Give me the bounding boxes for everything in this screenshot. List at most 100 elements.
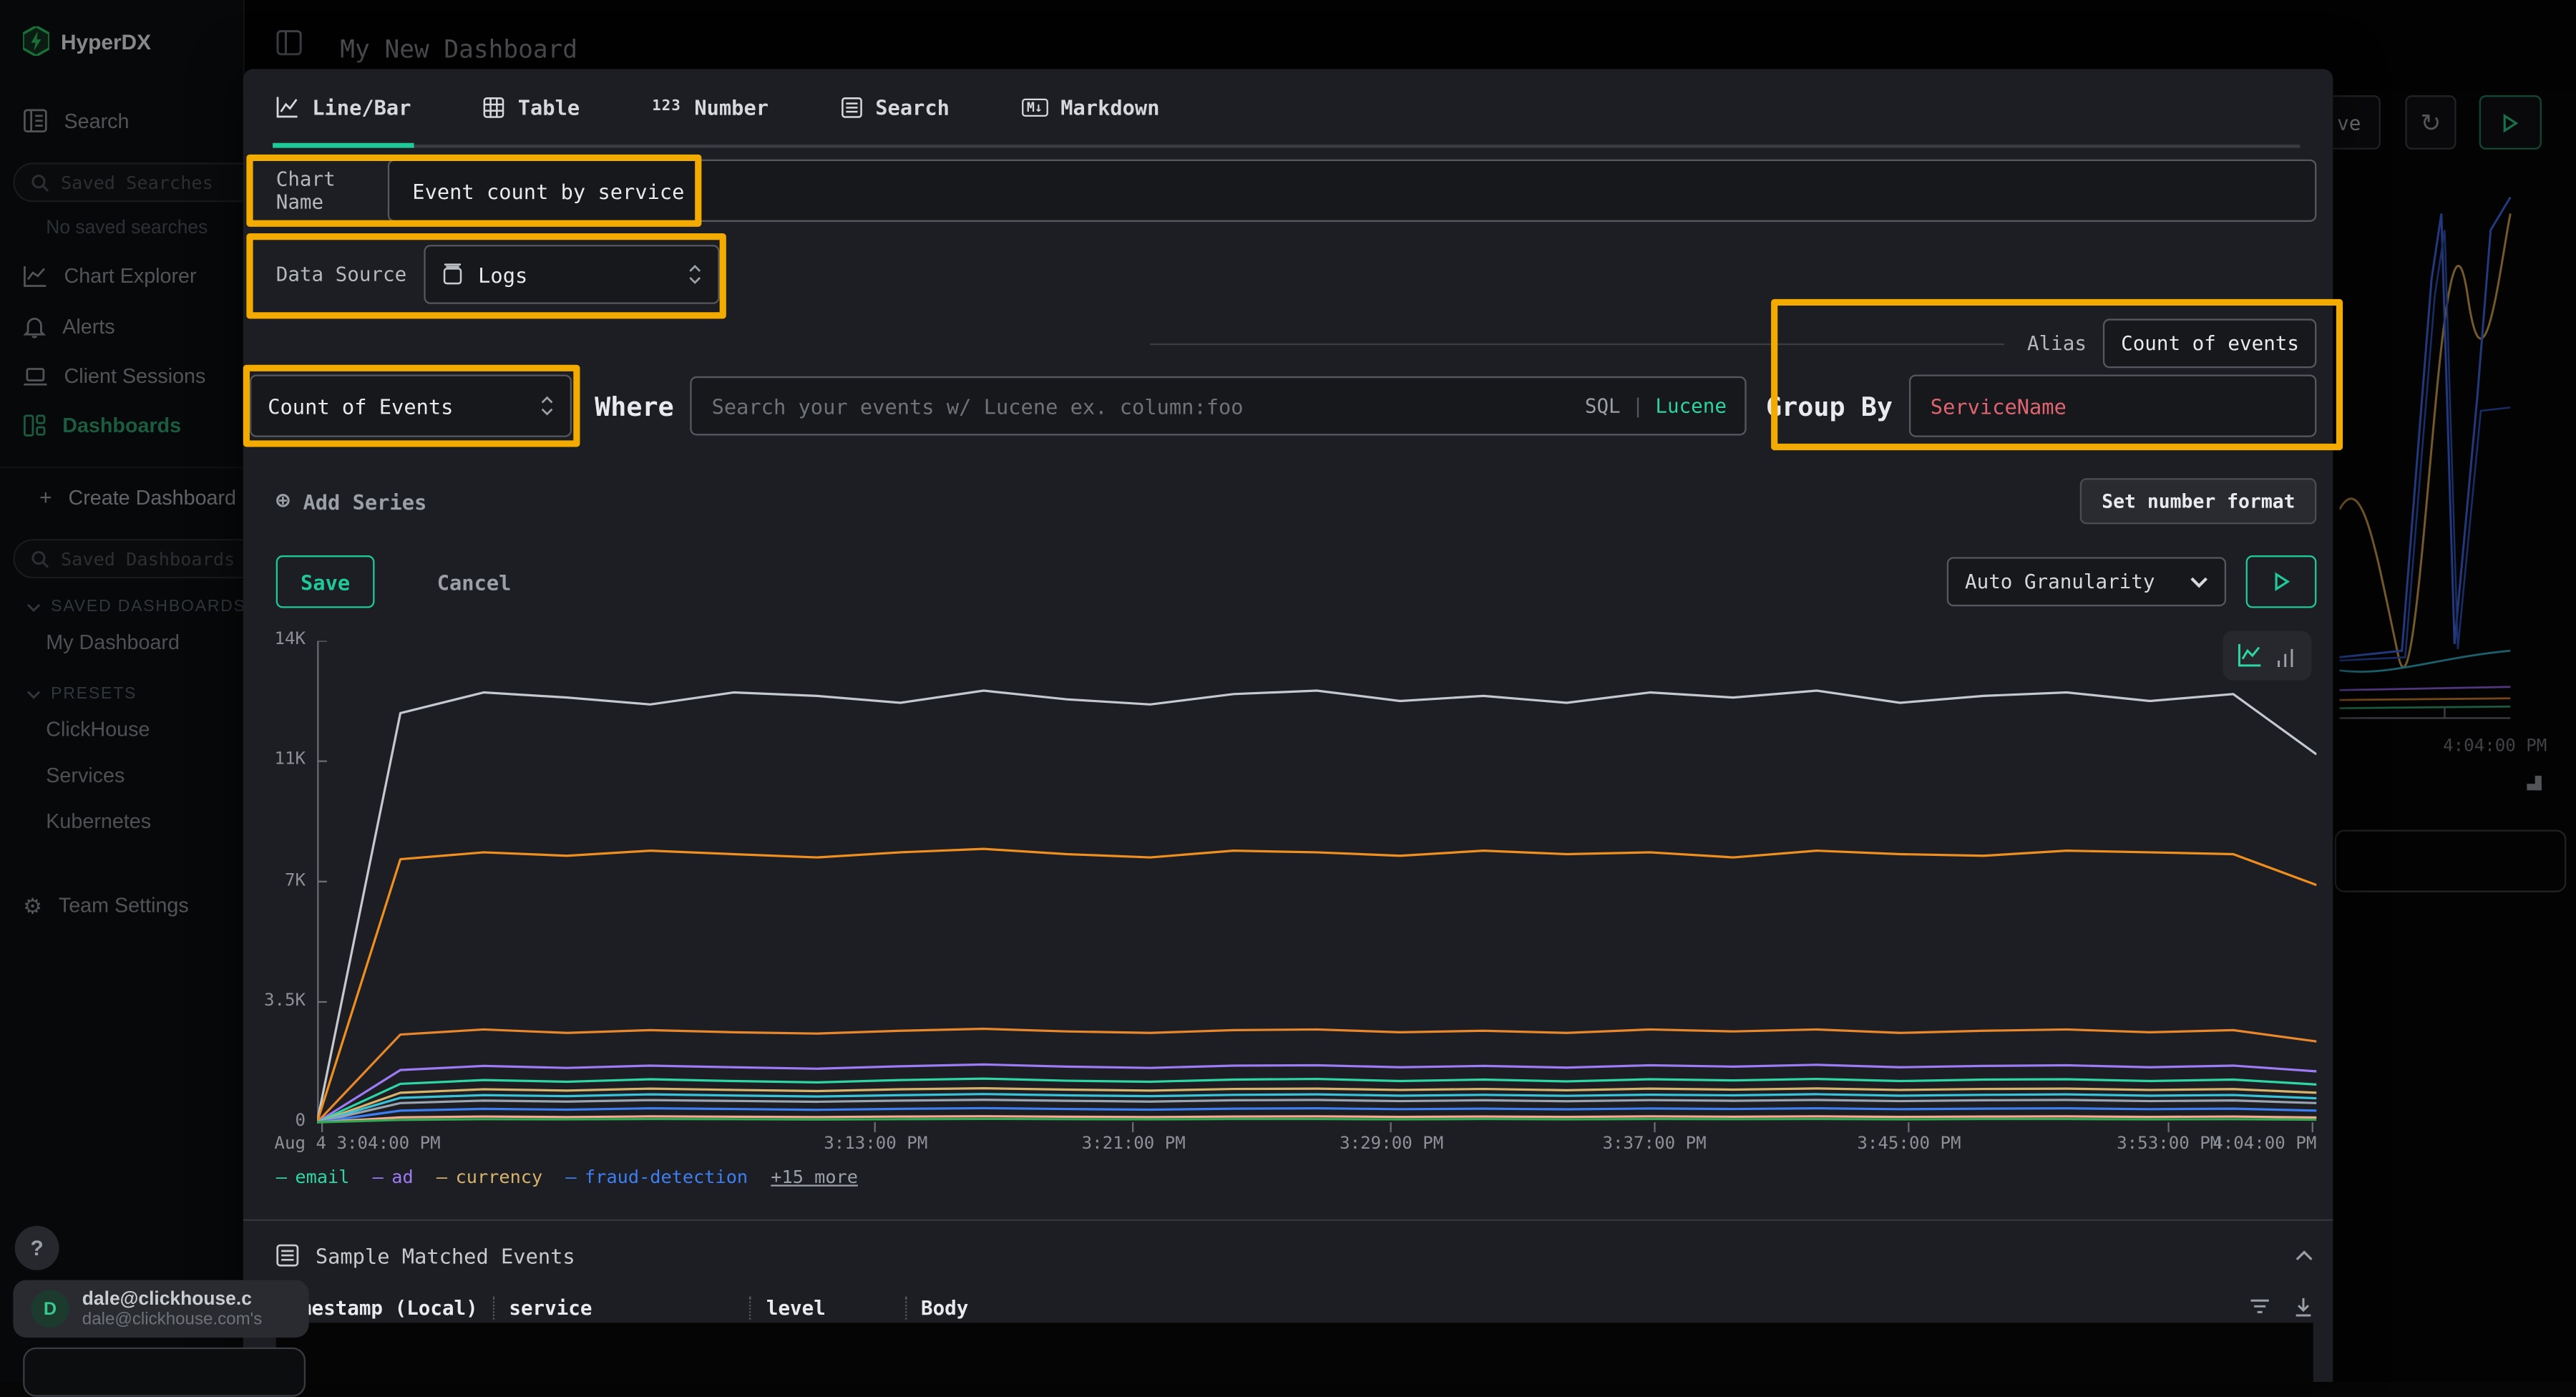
line-chart-icon	[23, 265, 47, 288]
logo-text: HyperDX	[61, 29, 151, 53]
sidebar-item-my-dashboard[interactable]: My Dashboard	[0, 620, 243, 666]
number-123-icon: 123	[652, 99, 681, 115]
sample-matched-events-header[interactable]: Sample Matched Events	[276, 1239, 2313, 1272]
sidebar-item-client-sessions[interactable]: Client Sessions	[0, 351, 243, 401]
dashboard-grid-icon	[23, 414, 46, 437]
column-header-service[interactable]: service	[509, 1295, 592, 1318]
hyperdx-logo-icon	[23, 26, 49, 56]
tab-number[interactable]: 123 Number	[652, 69, 769, 145]
tab-markdown[interactable]: M↓ Markdown	[1022, 69, 1160, 145]
play-icon	[2502, 112, 2519, 132]
saved-dashboards-section-header[interactable]: SAVED DASHBOARDS	[0, 578, 243, 619]
legend-item[interactable]: —currency	[436, 1167, 542, 1188]
tab-line-bar[interactable]: Line/Bar	[276, 69, 411, 145]
column-header-body[interactable]: Body	[921, 1295, 968, 1318]
alias-input[interactable]	[2103, 318, 2316, 368]
set-number-format-button[interactable]: Set number format	[2080, 478, 2316, 524]
chart-y-axis: 03.5K7K11K14K	[243, 641, 309, 1122]
sidebar-item-dashboards[interactable]: Dashboards	[0, 401, 243, 450]
saved-searches-placeholder: Saved Searches	[61, 172, 213, 193]
sidebar-item-label: Team Settings	[59, 894, 189, 917]
chevron-up-icon[interactable]	[2296, 1250, 2313, 1261]
sql-toggle[interactable]: SQL	[1585, 394, 1621, 417]
lucene-toggle[interactable]: Lucene	[1655, 394, 1727, 417]
x-axis-label: 3:37:00 PM	[1602, 1134, 1706, 1154]
sidebar-item-clickhouse[interactable]: ClickHouse	[0, 706, 243, 752]
group-by-input[interactable]	[1909, 374, 2316, 437]
toggle-separator: |	[1632, 394, 1644, 417]
user-menu[interactable]: D dale@clickhouse.c dale@clickhouse.com'…	[13, 1280, 308, 1338]
refresh-button[interactable]: ↻	[2405, 95, 2456, 150]
sidebar-collapse-icon[interactable]	[276, 29, 303, 56]
save-button[interactable]: Save	[276, 555, 375, 608]
add-series-row: ⊕ Add Series Set number format	[276, 480, 2317, 522]
sidebar-item-label: Client Sessions	[64, 365, 206, 388]
avatar: D	[31, 1290, 69, 1328]
alias-label: Alias	[2027, 332, 2087, 355]
y-axis-label: 7K	[285, 871, 306, 891]
tab-table[interactable]: Table	[484, 69, 580, 145]
document-search-icon	[23, 109, 47, 133]
data-source-value: Logs	[478, 262, 527, 286]
divider	[1150, 343, 2004, 344]
create-dashboard-button[interactable]: + Create Dashboard	[0, 472, 243, 522]
refresh-icon: ↻	[2420, 107, 2441, 137]
legend-item[interactable]: —ad	[373, 1167, 414, 1188]
add-series-button[interactable]: ⊕ Add Series	[276, 488, 427, 515]
presets-section-header[interactable]: PRESETS	[0, 666, 243, 706]
chevron-down-icon	[26, 689, 42, 699]
run-chart-button[interactable]	[2246, 555, 2317, 608]
granularity-select[interactable]: Auto Granularity	[1947, 557, 2226, 606]
panel-resize-handle-icon[interactable]	[2527, 776, 2542, 791]
tab-search[interactable]: Search	[841, 69, 950, 145]
onboarding-popover	[23, 1348, 306, 1397]
chevron-down-icon	[2190, 576, 2208, 588]
live-play-button[interactable]	[2479, 95, 2542, 150]
events-table-body[interactable]	[276, 1323, 2313, 1382]
aggregation-select[interactable]: Count of Events	[250, 374, 572, 437]
background-axis-time-label: 4:04:00 PM	[2443, 736, 2547, 756]
cancel-button[interactable]: Cancel	[437, 570, 512, 594]
divider	[0, 467, 243, 468]
help-button[interactable]: ?	[15, 1226, 59, 1270]
sidebar-item-kubernetes[interactable]: Kubernetes	[0, 799, 243, 844]
plus-circle-icon: ⊕	[276, 488, 290, 515]
x-axis-label: 3:13:00 PM	[824, 1134, 927, 1154]
sidebar-item-search[interactable]: Search	[0, 95, 243, 146]
legend-more-link[interactable]: +15 more	[771, 1167, 858, 1188]
laptop-icon	[23, 366, 47, 387]
app-root: HyperDX Search Saved Searches No saved s…	[0, 0, 2576, 1382]
logo[interactable]: HyperDX	[0, 0, 243, 56]
x-axis-label: 4:04:00 PM	[2212, 1134, 2316, 1154]
chart-plot-area[interactable]	[317, 641, 2316, 1122]
aggregation-value: Count of Events	[268, 394, 453, 418]
legend-item[interactable]: —fraud-detection	[565, 1167, 748, 1188]
y-axis-label: 11K	[275, 749, 306, 769]
sidebar-item-chart-explorer[interactable]: Chart Explorer	[0, 251, 243, 301]
granularity-value: Auto Granularity	[1965, 570, 2155, 593]
sidebar-item-team-settings[interactable]: ⚙ Team Settings	[0, 881, 243, 930]
sidebar-item-label: Dashboards	[62, 414, 181, 437]
filter-icon[interactable]	[2249, 1297, 2270, 1318]
chart-legend: —email —ad —currency —fraud-detection +15 mo…	[276, 1167, 858, 1188]
legend-item[interactable]: —email	[276, 1167, 350, 1188]
create-dashboard-label: Create Dashboard	[68, 485, 236, 508]
database-icon	[442, 263, 464, 286]
sidebar-item-services[interactable]: Services	[0, 753, 243, 799]
search-icon	[31, 550, 49, 568]
column-header-level[interactable]: level	[766, 1295, 826, 1318]
sidebar: HyperDX Search Saved Searches No saved s…	[0, 0, 245, 1382]
where-label: Where	[595, 390, 674, 422]
search-icon	[31, 173, 49, 191]
data-source-select[interactable]: Logs	[424, 245, 719, 304]
sidebar-item-alerts[interactable]: Alerts	[0, 301, 243, 351]
legend-swatch: —	[565, 1167, 576, 1188]
list-document-icon	[841, 96, 862, 117]
legend-swatch: —	[373, 1167, 384, 1188]
sidebar-item-label: Alerts	[62, 315, 114, 338]
download-icon[interactable]	[2293, 1297, 2313, 1318]
y-axis-label: 14K	[275, 629, 306, 649]
chart-name-input[interactable]	[388, 160, 2317, 222]
no-saved-searches-text: No saved searches	[0, 202, 243, 241]
plus-icon: +	[39, 485, 52, 509]
